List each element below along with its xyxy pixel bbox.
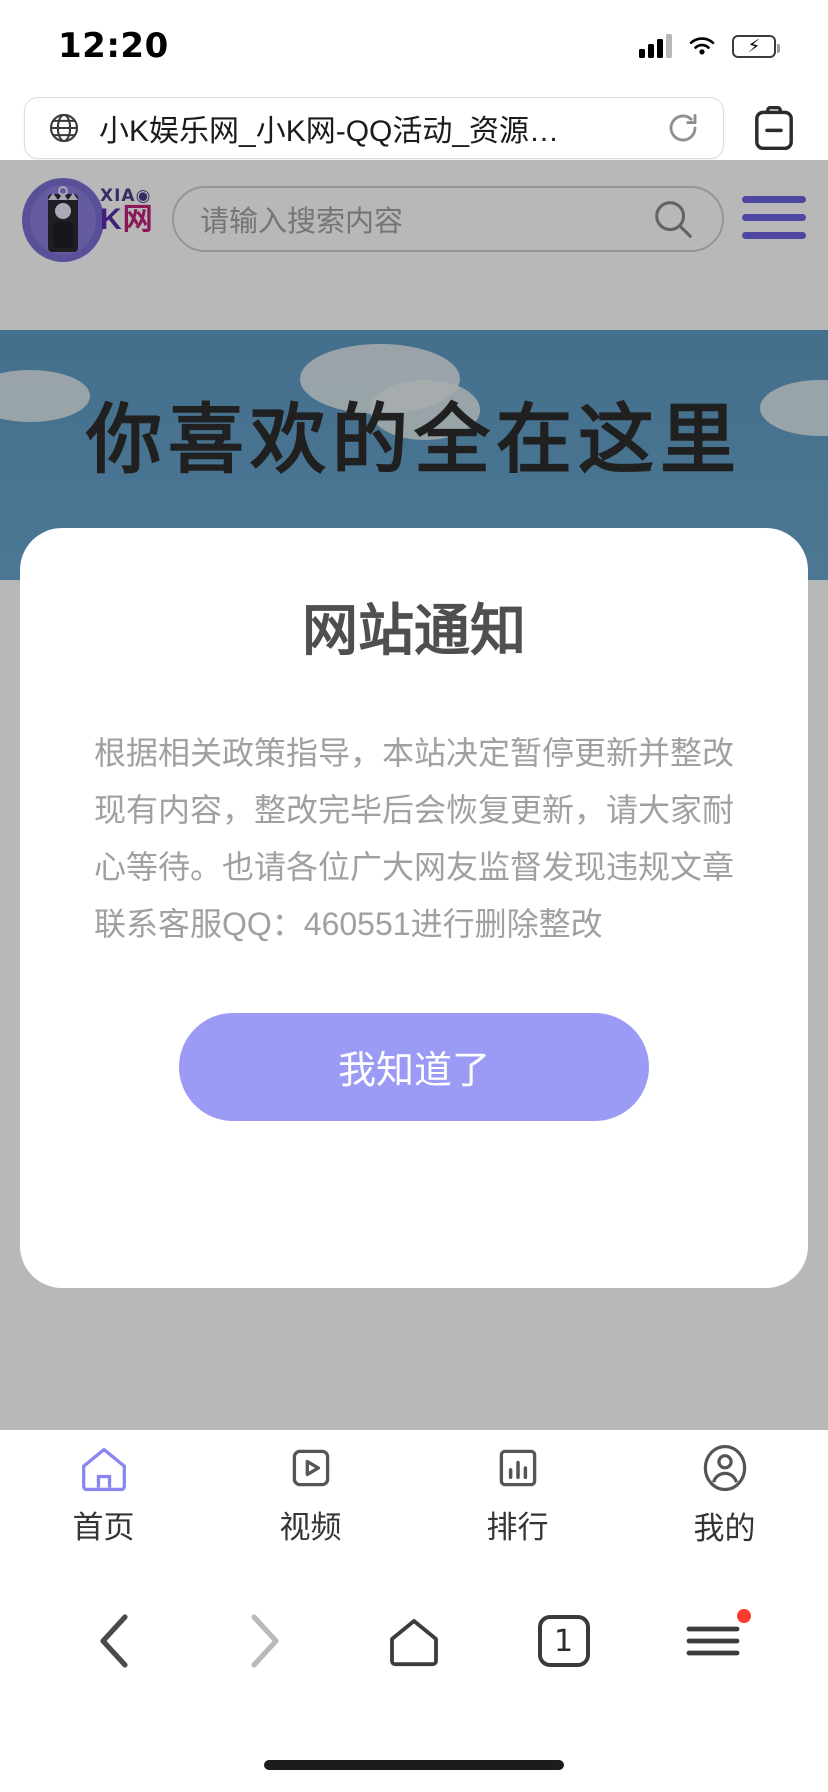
reload-icon[interactable] [665, 110, 701, 146]
home-indicator [264, 1760, 564, 1770]
browser-bottom-toolbar: 1 [0, 1560, 828, 1722]
wifi-icon [689, 37, 715, 55]
tab-video-label: 视频 [279, 1509, 342, 1545]
webview: XIA◉ K网 请输入搜索内容 你喜欢的全在这里 最新资讯 [0, 160, 828, 1430]
browser-url-bar: 小K娱乐网_小K网-QQ活动_资源… [0, 96, 828, 160]
tab-count-label: 1 [537, 1615, 590, 1667]
notification-dot-icon [737, 1609, 752, 1623]
forward-chevron-icon [251, 1614, 279, 1668]
menu-button[interactable] [665, 1593, 761, 1689]
tabs-button[interactable]: 1 [516, 1593, 612, 1689]
reader-view-icon [755, 105, 793, 151]
tab-profile-label: 我的 [693, 1510, 756, 1546]
globe-icon [49, 113, 79, 143]
site-notice-modal: 网站通知 根据相关政策指导，本站决定暂停更新并整改现有内容，整改完毕后会恢复更新… [20, 528, 808, 1288]
acknowledge-button[interactable]: 我知道了 [179, 1012, 649, 1121]
site-bottom-tabbar: 首页 视频 排行 我的 [0, 1430, 828, 1560]
tab-ranking[interactable]: 排行 [414, 1444, 621, 1547]
back-chevron-icon [100, 1614, 128, 1668]
reader-view-button[interactable] [744, 103, 804, 153]
address-field[interactable]: 小K娱乐网_小K网-QQ活动_资源… [24, 97, 724, 159]
tab-ranking-label: 排行 [486, 1509, 549, 1545]
status-bar-indicators: ⚡ [639, 34, 780, 58]
tab-video[interactable]: 视频 [207, 1444, 414, 1547]
ios-status-bar: 12:20 ⚡ [0, 0, 828, 92]
video-play-icon [292, 1449, 329, 1486]
cellular-signal-icon [639, 34, 672, 58]
tab-home-label: 首页 [72, 1509, 135, 1545]
menu-icon [686, 1626, 740, 1656]
tab-profile[interactable]: 我的 [621, 1443, 828, 1548]
home-icon [81, 1447, 126, 1491]
modal-body-text: 根据相关政策指导，本站决定暂停更新并整改现有内容，整改完毕后会恢复更新，请大家耐… [94, 735, 735, 942]
url-title-text: 小K娱乐网_小K网-QQ活动_资源… [99, 115, 560, 148]
battery-charging-icon: ⚡ [732, 34, 780, 58]
chart-bars-icon [499, 1449, 536, 1486]
user-profile-icon [703, 1444, 746, 1491]
home-icon [390, 1619, 438, 1667]
modal-title: 网站通知 [302, 599, 526, 662]
browser-home-button[interactable] [366, 1593, 462, 1689]
status-bar-time: 12:20 [58, 26, 169, 66]
forward-button[interactable] [216, 1593, 312, 1689]
tab-home[interactable]: 首页 [0, 1444, 207, 1547]
back-button[interactable] [67, 1593, 163, 1689]
